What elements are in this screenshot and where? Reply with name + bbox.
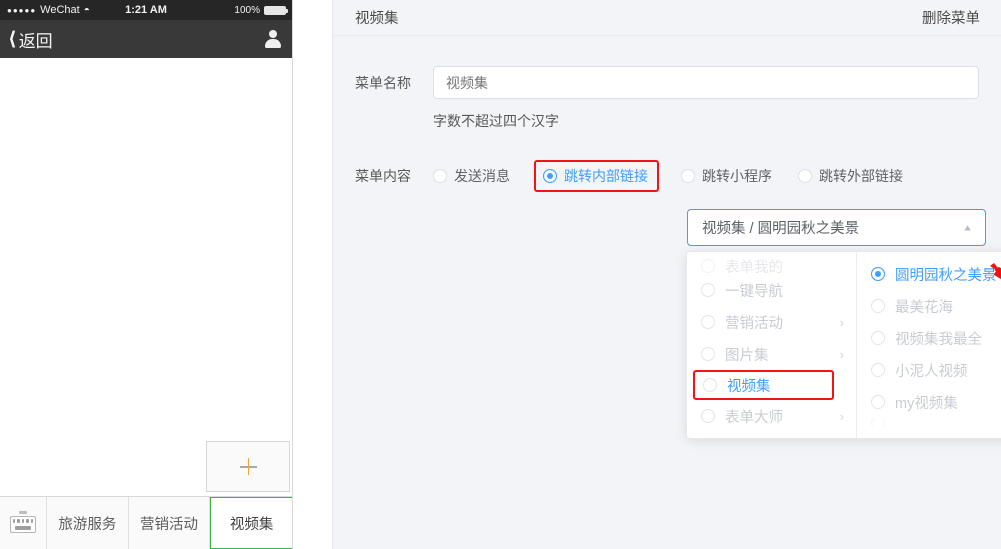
delete-menu-button[interactable]: 删除菜单 bbox=[922, 7, 980, 28]
phone-tab-label: 营销活动 bbox=[140, 516, 198, 533]
menu-name-hint-row: 字数不超过四个汉字 bbox=[333, 111, 1001, 131]
phone-tab-0[interactable]: 旅游服务 bbox=[47, 497, 129, 549]
status-bar-right: 100% bbox=[234, 4, 288, 16]
phone-preview: ●●●●● WeChat ◓ 1:21 AM 100% ⟨ 返回 旅游服务 营销… bbox=[0, 0, 293, 549]
menu-name-input[interactable] bbox=[433, 66, 979, 99]
status-bar-left: ●●●●● WeChat ◓ bbox=[7, 4, 90, 16]
radio-label: 跳转外部链接 bbox=[819, 168, 903, 184]
radio-circle-icon bbox=[871, 331, 885, 345]
radio-circle-icon bbox=[871, 363, 885, 377]
phone-tab-label: 视频集 bbox=[229, 516, 274, 533]
radio-circle-icon bbox=[701, 259, 715, 273]
cascader-option-right-0[interactable]: 圆明园秋之美景 bbox=[857, 258, 1001, 290]
screenshot-root: ●●●●● WeChat ◓ 1:21 AM 100% ⟨ 返回 旅游服务 营销… bbox=[0, 0, 1001, 549]
cascader-column-right: 圆明园秋之美景 最美花海 视频集我最全 小泥人视频 my视频集 bbox=[857, 252, 1001, 438]
page-title: 视频集 bbox=[355, 11, 399, 27]
radio-circle-icon bbox=[433, 169, 447, 183]
cascader-option-label: 一键导航 bbox=[725, 283, 783, 300]
back-button[interactable]: ⟨ 返回 bbox=[8, 27, 53, 52]
phone-tab-bar: 旅游服务 营销活动 视频集 bbox=[0, 496, 292, 549]
radio-circle-icon bbox=[798, 169, 812, 183]
cascader-option-label: 表单大师 bbox=[725, 409, 783, 426]
wifi-icon: ◓ bbox=[83, 4, 90, 16]
radio-circle-icon bbox=[701, 283, 715, 297]
radio-label: 跳转小程序 bbox=[702, 168, 772, 184]
signal-dots-icon: ●●●●● bbox=[7, 5, 37, 15]
cascader-option-label: my视频集 bbox=[895, 395, 958, 412]
battery-full-icon bbox=[264, 5, 288, 15]
radio-circle-icon bbox=[871, 395, 885, 409]
chevron-up-icon: ▲ bbox=[962, 222, 973, 233]
radio-mini-program[interactable]: 跳转小程序 bbox=[681, 166, 772, 186]
cascader-option-left-2[interactable]: 营销活动 › bbox=[687, 306, 856, 338]
cascader-option-label: 圆明园秋之美景 bbox=[895, 267, 997, 284]
cascader-trigger[interactable]: 视频集 / 圆明园秋之美景 ▲ bbox=[687, 209, 986, 246]
menu-name-row: 菜单名称 bbox=[333, 66, 1001, 99]
battery-percent-label: 100% bbox=[234, 4, 260, 16]
cascader-option-right-3[interactable]: 小泥人视频 bbox=[857, 354, 1001, 386]
menu-content-row: 菜单内容 发送消息 跳转内部链接 跳转小程序 跳转外部链接 bbox=[333, 160, 1001, 192]
radio-circle-icon bbox=[701, 315, 715, 329]
add-menu-card[interactable] bbox=[206, 441, 290, 492]
back-button-label: 返回 bbox=[18, 31, 53, 51]
cascader-option-label: 营销活动 bbox=[725, 315, 783, 332]
cascader-value: 视频集 / 圆明园秋之美景 bbox=[702, 221, 860, 237]
cascader-option-left-4[interactable]: 视频集 bbox=[693, 370, 834, 400]
radio-circle-icon bbox=[681, 169, 695, 183]
chevron-left-icon: ⟨ bbox=[8, 28, 17, 50]
menu-editor-panel: 视频集 删除菜单 菜单名称 字数不超过四个汉字 菜单内容 发送消息 跳转内部链接… bbox=[332, 0, 1001, 549]
carrier-label: WeChat bbox=[40, 4, 80, 16]
cascader-option-label: 小泥人视频 bbox=[895, 363, 968, 380]
menu-content-label: 菜单内容 bbox=[355, 168, 411, 184]
cascader-dropdown: 表单我的 一键导航 营销活动 › 图片集 › 视频集 表单大师 › 圆明园秋之美… bbox=[686, 251, 1001, 439]
editor-header: 视频集 删除菜单 bbox=[333, 0, 1001, 36]
plus-icon bbox=[239, 458, 257, 475]
radio-circle-icon bbox=[871, 267, 885, 281]
radio-label: 发送消息 bbox=[454, 168, 510, 184]
cascader-option-right-1[interactable]: 最美花海 bbox=[857, 290, 1001, 322]
chevron-right-icon: › bbox=[839, 346, 844, 362]
radio-circle-icon bbox=[871, 418, 885, 428]
cascader-option-right-2[interactable]: 视频集我最全 bbox=[857, 322, 1001, 354]
chevron-right-icon: › bbox=[839, 408, 844, 424]
radio-external-link[interactable]: 跳转外部链接 bbox=[798, 166, 903, 186]
cascader-option-label: 最美花海 bbox=[895, 299, 953, 316]
radio-circle-icon bbox=[703, 378, 717, 392]
cascader-option-label: 视频集 bbox=[727, 378, 771, 395]
cascader-option-left-1[interactable]: 一键导航 bbox=[687, 274, 856, 306]
phone-content-area bbox=[0, 58, 292, 495]
cascader-option-label: 图片集 bbox=[725, 347, 769, 364]
link-cascader: 视频集 / 圆明园秋之美景 ▲ bbox=[687, 209, 986, 246]
radio-label: 跳转内部链接 bbox=[564, 168, 648, 184]
cascader-option-left-3[interactable]: 图片集 › bbox=[687, 338, 856, 370]
cascader-option-label: 表单我的 bbox=[725, 259, 783, 275]
phone-status-bar: ●●●●● WeChat ◓ 1:21 AM 100% bbox=[0, 0, 292, 20]
radio-circle-icon bbox=[701, 347, 715, 361]
phone-tab-1[interactable]: 营销活动 bbox=[129, 497, 211, 549]
radio-circle-icon bbox=[871, 299, 885, 313]
cascader-option-label: 视频集我最全 bbox=[895, 331, 982, 348]
cascader-option-right-4[interactable]: my视频集 bbox=[857, 386, 1001, 418]
phone-tab-2[interactable]: 视频集 bbox=[210, 497, 292, 549]
cascader-option-left-5[interactable]: 表单大师 › bbox=[687, 400, 856, 432]
cascader-option-left-0[interactable]: 表单我的 bbox=[687, 258, 856, 274]
radio-circle-icon bbox=[543, 169, 557, 183]
keyboard-toggle-button[interactable] bbox=[0, 497, 47, 549]
radio-send-message[interactable]: 发送消息 bbox=[433, 166, 510, 186]
phone-nav-bar: ⟨ 返回 bbox=[0, 20, 292, 58]
radio-circle-icon bbox=[701, 409, 715, 423]
menu-name-label: 菜单名称 bbox=[355, 74, 411, 91]
menu-name-hint: 字数不超过四个汉字 bbox=[433, 113, 559, 129]
chevron-right-icon: › bbox=[839, 314, 844, 330]
user-avatar-icon[interactable] bbox=[264, 30, 282, 48]
keyboard-icon bbox=[10, 511, 36, 535]
radio-internal-link[interactable]: 跳转内部链接 bbox=[534, 160, 659, 192]
phone-tab-label: 旅游服务 bbox=[58, 516, 117, 533]
cascader-column-left: 表单我的 一键导航 营销活动 › 图片集 › 视频集 表单大师 › bbox=[687, 252, 857, 438]
cascader-option-right-5[interactable] bbox=[857, 418, 1001, 428]
